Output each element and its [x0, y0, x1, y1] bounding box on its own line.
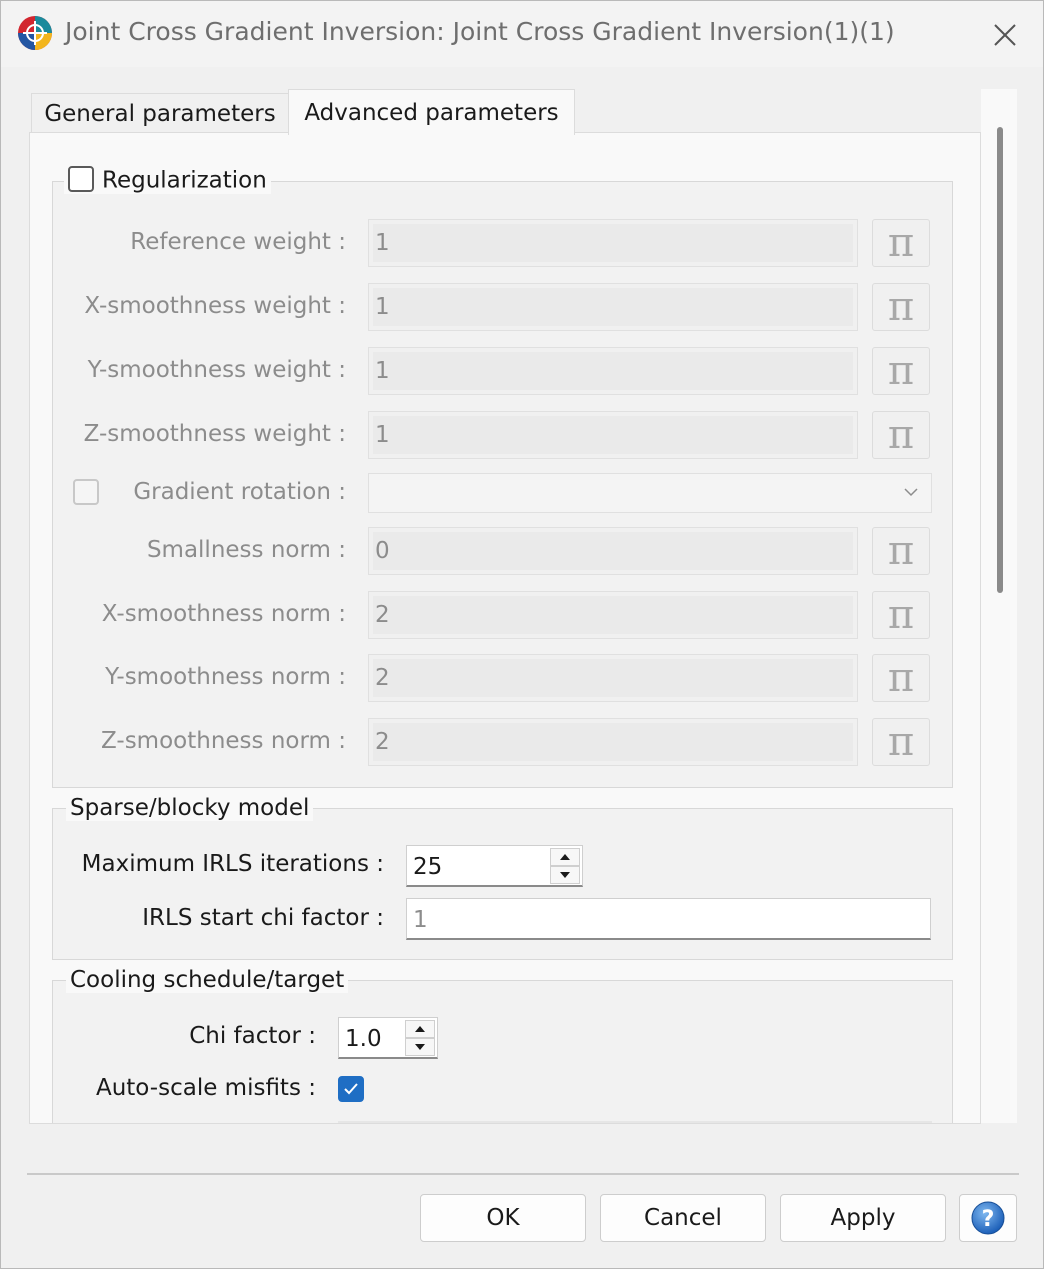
pi-icon: π: [887, 412, 915, 458]
help-button[interactable]: ?: [959, 1194, 1017, 1242]
y-smoothness-norm-field[interactable]: 2: [368, 654, 858, 702]
spin-up-button[interactable]: [550, 848, 580, 866]
window-title: Joint Cross Gradient Inversion: Joint Cr…: [65, 17, 895, 46]
svg-text:?: ?: [982, 1207, 995, 1232]
tab-advanced-parameters[interactable]: Advanced parameters: [288, 89, 575, 135]
z-smoothness-weight-label: Z-smoothness weight :: [83, 421, 346, 447]
gradient-rotation-checkbox[interactable]: [73, 479, 99, 505]
y-smoothness-weight-label: Y-smoothness weight :: [87, 357, 346, 383]
z-smoothness-weight-pi-button[interactable]: π: [872, 411, 930, 459]
reference-weight-field[interactable]: 1: [368, 219, 858, 267]
reference-weight-pi-button[interactable]: π: [872, 219, 930, 267]
pi-icon: π: [887, 220, 915, 266]
spin-down-button[interactable]: [405, 1038, 435, 1056]
pi-icon: π: [887, 348, 915, 394]
tab-general-parameters[interactable]: General parameters: [31, 93, 289, 133]
close-icon: [994, 24, 1016, 46]
x-smoothness-weight-label: X-smoothness weight :: [84, 293, 346, 319]
caret-down-icon: [415, 1044, 425, 1050]
max-irls-label: Maximum IRLS iterations :: [81, 851, 384, 877]
ok-button[interactable]: OK: [420, 1194, 586, 1242]
max-irls-spinbox[interactable]: 25: [406, 845, 583, 887]
regularization-title: Regularization: [102, 167, 267, 194]
x-smoothness-weight-field[interactable]: 1: [368, 283, 858, 331]
spin-buttons: [550, 848, 580, 884]
y-smoothness-weight-field[interactable]: 1: [368, 347, 858, 395]
title-bar: Joint Cross Gradient Inversion: Joint Cr…: [1, 1, 1043, 67]
z-smoothness-weight-field[interactable]: 1: [368, 411, 858, 459]
z-smoothness-norm-label: Z-smoothness norm :: [101, 728, 346, 754]
dialog-window: Joint Cross Gradient Inversion: Joint Cr…: [0, 0, 1044, 1269]
pi-icon: π: [887, 592, 915, 638]
spin-up-button[interactable]: [405, 1020, 435, 1038]
auto-scale-misfits-checkbox[interactable]: [338, 1076, 364, 1102]
x-smoothness-norm-pi-button[interactable]: π: [872, 591, 930, 639]
pi-icon: π: [887, 655, 915, 701]
apply-button[interactable]: Apply: [780, 1194, 946, 1242]
z-smoothness-norm-pi-button[interactable]: π: [872, 718, 930, 766]
cut-off-field-edge: [338, 1121, 932, 1123]
z-smoothness-norm-field[interactable]: 2: [368, 718, 858, 766]
auto-scale-misfits-label: Auto-scale misfits :: [95, 1075, 316, 1101]
cancel-button[interactable]: Cancel: [600, 1194, 766, 1242]
regularization-checkbox[interactable]: [68, 165, 94, 192]
chi-factor-value: 1.0: [345, 1026, 382, 1052]
y-smoothness-norm-pi-button[interactable]: π: [872, 654, 930, 702]
chi-factor-label: Chi factor :: [189, 1023, 316, 1049]
cooling-schedule-group: [52, 980, 953, 1123]
chevron-down-icon: [904, 488, 918, 497]
smallness-norm-label: Smallness norm :: [146, 537, 346, 563]
chi-factor-spinbox[interactable]: 1.0: [338, 1017, 438, 1059]
footer-separator: [27, 1173, 1019, 1175]
reference-weight-label: Reference weight :: [130, 229, 346, 255]
tab-label: Advanced parameters: [304, 99, 559, 126]
gradient-rotation-dropdown[interactable]: [368, 473, 932, 513]
regularization-header: Regularization: [64, 165, 271, 194]
scrollbar-thumb[interactable]: [997, 127, 1003, 593]
caret-up-icon: [415, 1026, 425, 1032]
app-logo-icon: [18, 16, 52, 50]
pi-icon: π: [887, 284, 915, 330]
gradient-rotation-label: Gradient rotation :: [133, 479, 346, 505]
spin-buttons: [405, 1020, 435, 1056]
spin-down-button[interactable]: [550, 866, 580, 884]
close-button[interactable]: [985, 15, 1025, 55]
caret-up-icon: [560, 854, 570, 860]
tab-label: General parameters: [44, 100, 276, 127]
y-smoothness-weight-pi-button[interactable]: π: [872, 347, 930, 395]
x-smoothness-norm-field[interactable]: 2: [368, 591, 858, 639]
y-smoothness-norm-label: Y-smoothness norm :: [105, 664, 346, 690]
pi-icon: π: [887, 528, 915, 574]
x-smoothness-norm-label: X-smoothness norm :: [101, 601, 346, 627]
caret-down-icon: [560, 872, 570, 878]
irls-chi-input[interactable]: 1: [406, 898, 931, 940]
irls-chi-label: IRLS start chi factor :: [142, 905, 384, 931]
cooling-schedule-title: Cooling schedule/target: [66, 967, 349, 993]
smallness-norm-field[interactable]: 0: [368, 527, 858, 575]
smallness-norm-pi-button[interactable]: π: [872, 527, 930, 575]
x-smoothness-weight-pi-button[interactable]: π: [872, 283, 930, 331]
help-icon: ?: [971, 1201, 1005, 1235]
advanced-parameters-pane: Regularization Reference weight : 1 π X-…: [29, 132, 981, 1124]
sparse-blocky-title: Sparse/blocky model: [66, 795, 314, 821]
max-irls-value: 25: [413, 854, 443, 880]
pi-icon: π: [887, 719, 915, 765]
checkmark-icon: [344, 1083, 358, 1095]
